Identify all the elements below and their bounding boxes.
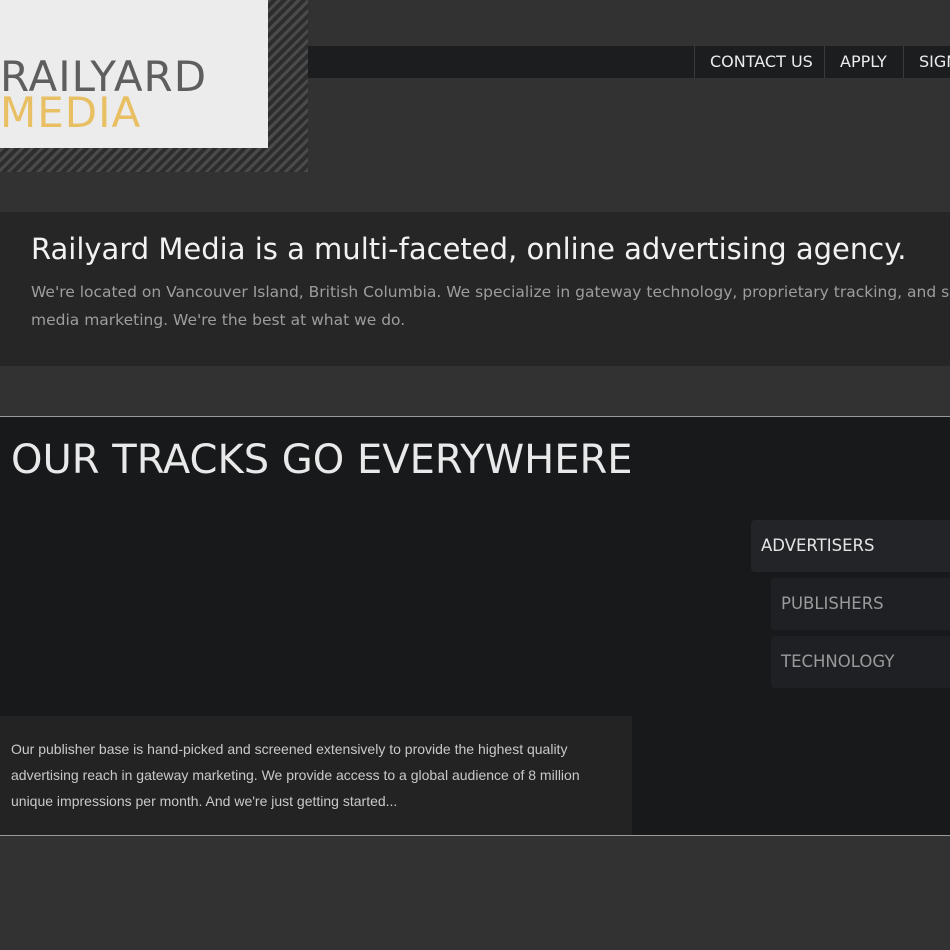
tracks-heading: OUR TRACKS GO EVERYWHERE [11,437,633,483]
nav-sign-in[interactable]: SIGN [903,46,950,78]
tab-description: Our publisher base is hand-picked and sc… [11,741,580,809]
tab-publishers[interactable]: PUBLISHERS [771,578,950,630]
tracks-section: OUR TRACKS GO EVERYWHERE ADVERTISERS PUB… [0,416,950,836]
tab-description-panel: Our publisher base is hand-picked and sc… [0,716,632,836]
tab-advertisers[interactable]: ADVERTISERS [751,520,950,572]
main-nav: CONTACT US APPLY SIGN [694,46,950,78]
intro-title: Railyard Media is a multi-faceted, onlin… [31,232,907,266]
intro-panel: Railyard Media is a multi-faceted, onlin… [0,212,950,366]
nav-apply[interactable]: APPLY [824,46,903,78]
intro-body: We're located on Vancouver Island, Briti… [31,283,950,329]
logo[interactable]: RAILYARD MEDIA [0,0,268,148]
tab-technology[interactable]: TECHNOLOGY [771,636,950,688]
nav-contact-us[interactable]: CONTACT US [694,46,824,78]
logo-line-media: MEDIA [0,88,142,137]
